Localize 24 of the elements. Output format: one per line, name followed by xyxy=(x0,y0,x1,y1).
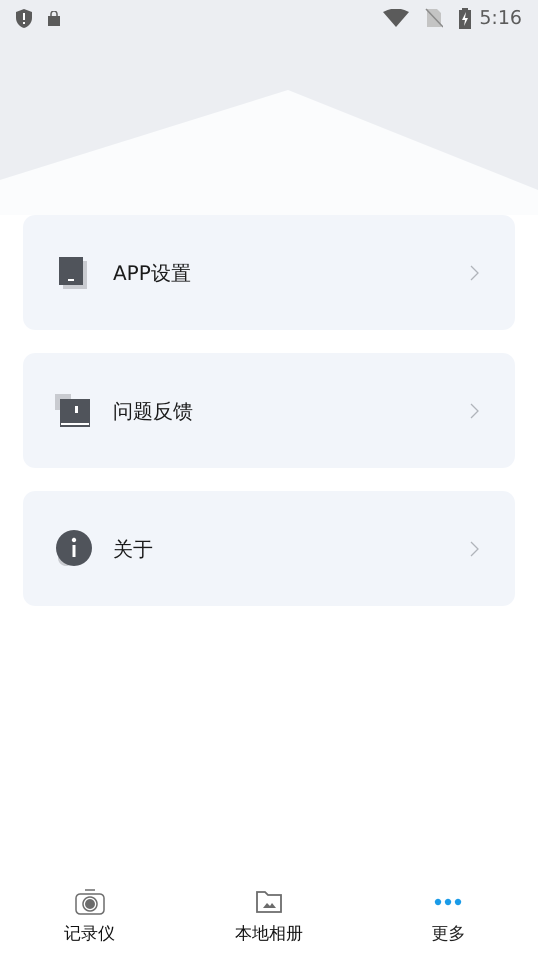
menu-label: 关于 xyxy=(113,536,154,562)
menu-label: 问题反馈 xyxy=(113,398,194,424)
battery-charging-icon xyxy=(459,8,472,28)
status-time: 5:16 xyxy=(479,6,522,31)
book-icon xyxy=(55,394,91,428)
wifi-icon xyxy=(383,9,410,27)
camera-icon xyxy=(74,889,106,915)
chevron-right-icon xyxy=(470,264,479,280)
more-icon xyxy=(434,898,462,906)
lock-icon xyxy=(48,10,60,26)
menu-item[interactable]: 关于 xyxy=(23,491,515,606)
menu-item[interactable]: 问题反馈 xyxy=(23,353,515,468)
info-icon xyxy=(54,530,92,568)
folder-image-icon xyxy=(256,891,282,913)
shield-alert-icon xyxy=(16,8,32,28)
chevron-right-icon xyxy=(470,540,479,556)
tablet-icon xyxy=(57,254,89,290)
menu-label: APP设置 xyxy=(113,260,192,286)
no-sim-icon xyxy=(425,8,444,28)
chevron-right-icon xyxy=(470,402,479,418)
nav-tab[interactable]: 更多 xyxy=(358,870,538,958)
nav-tab[interactable]: 记录仪 xyxy=(0,870,180,958)
nav-tab[interactable]: 本地相册 xyxy=(179,870,359,958)
menu-item[interactable]: APP设置 xyxy=(23,215,515,330)
